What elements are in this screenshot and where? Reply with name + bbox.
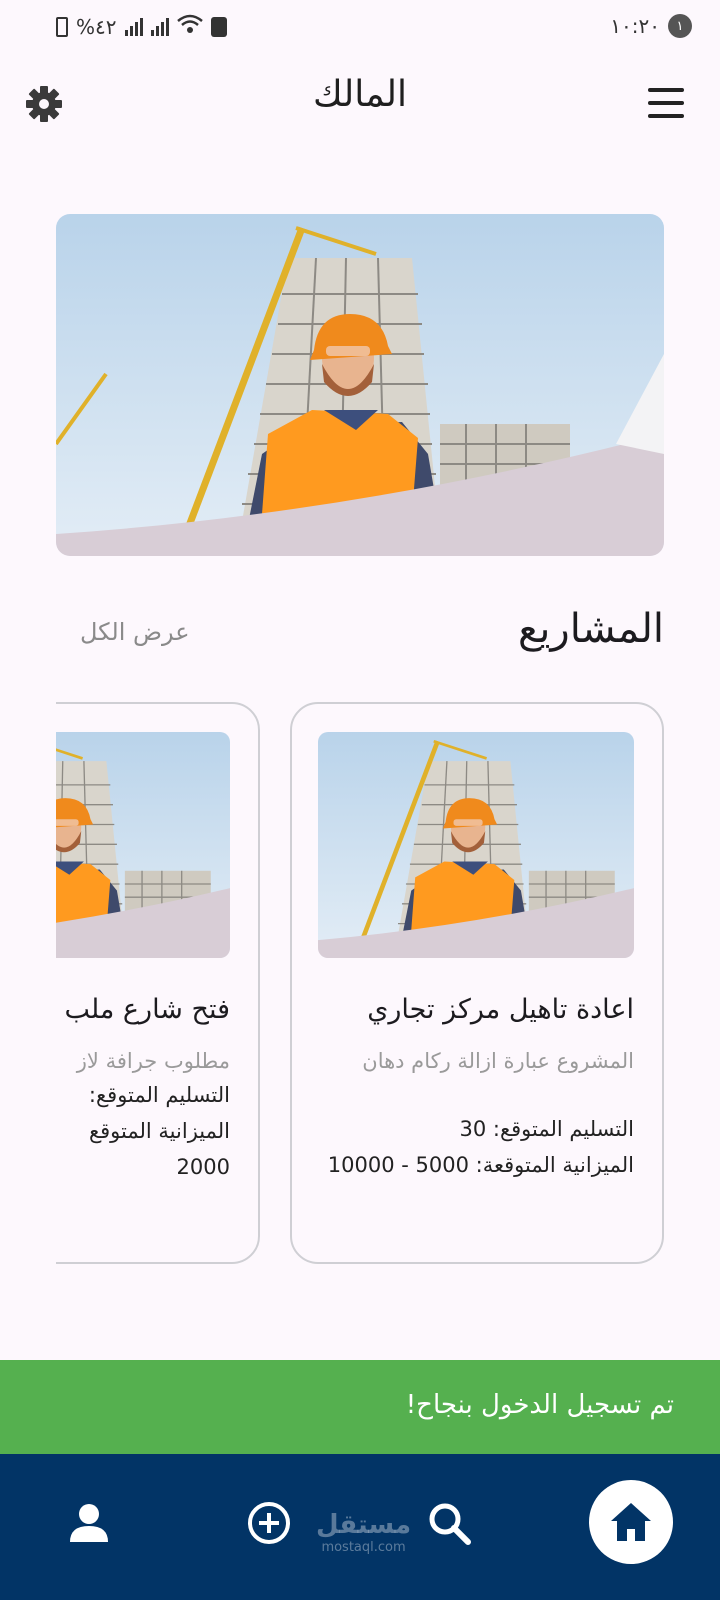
projects-section-title: المشاريع [517, 606, 664, 652]
page-title: المالك [312, 74, 408, 115]
watermark-latin: mostaql.com [321, 1540, 406, 1555]
project-delivery: التسليم المتوقع: [88, 1083, 230, 1107]
project-delivery: التسليم المتوقع: 30 [459, 1117, 634, 1141]
project-description: مطلوب جرافة لاز [76, 1049, 230, 1073]
status-bar: %٤٢ ١٠:٢٠ ١ [0, 0, 720, 52]
mostaql-watermark-logo: مستقل mostaql.com [316, 1510, 411, 1555]
signal-icon [124, 17, 143, 36]
profile-icon[interactable] [66, 1500, 112, 1546]
project-budget-value: 2000 [176, 1155, 230, 1179]
clock: ١٠:٢٠ [610, 14, 660, 38]
hero-banner-image [56, 214, 664, 556]
project-thumbnail [56, 732, 230, 958]
home-button[interactable] [589, 1480, 673, 1564]
battery-level: %٤٢ [76, 14, 117, 39]
bottom-navigation: مستقل mostaql.com [0, 1454, 720, 1600]
notification-count-badge: ١ [668, 14, 692, 38]
project-title: اعادة تاهيل مركز تجاري [367, 994, 634, 1025]
app-bar: المالك [0, 64, 720, 140]
projects-carousel[interactable]: اعادة تاهيل مركز تجاري المشروع عبارة ازا… [56, 700, 720, 1266]
project-image [56, 732, 230, 958]
menu-icon[interactable] [648, 88, 684, 118]
project-description: المشروع عبارة ازالة ركام دهان [362, 1049, 634, 1073]
project-card[interactable]: فتح شارع ملب مطلوب جرافة لاز التسليم الم… [56, 702, 260, 1264]
sim-icon [210, 16, 227, 37]
login-success-snackbar: تم تسجيل الدخول بنجاح! [0, 1360, 720, 1454]
construction-worker-image [56, 214, 664, 556]
project-budget: الميزانية المتوقعة: 5000 - 10000 [327, 1153, 634, 1177]
wifi-icon [176, 14, 203, 39]
see-all-link[interactable]: عرض الكل [80, 618, 190, 646]
project-image [318, 732, 634, 958]
status-time-area: ١٠:٢٠ ١ [610, 14, 692, 38]
snackbar-message: تم تسجيل الدخول بنجاح! [405, 1390, 674, 1420]
project-budget: الميزانية المتوقع [88, 1119, 230, 1143]
battery-saver-icon [56, 16, 68, 37]
status-icons: %٤٢ [56, 14, 227, 39]
project-thumbnail [318, 732, 634, 958]
add-icon[interactable] [246, 1500, 292, 1546]
project-card[interactable]: اعادة تاهيل مركز تجاري المشروع عبارة ازا… [290, 702, 664, 1264]
watermark-arabic: مستقل [316, 1510, 412, 1540]
home-icon [611, 1503, 651, 1541]
signal-icon-2 [150, 17, 169, 36]
search-icon[interactable] [426, 1500, 472, 1546]
project-title: فتح شارع ملب [64, 994, 230, 1025]
